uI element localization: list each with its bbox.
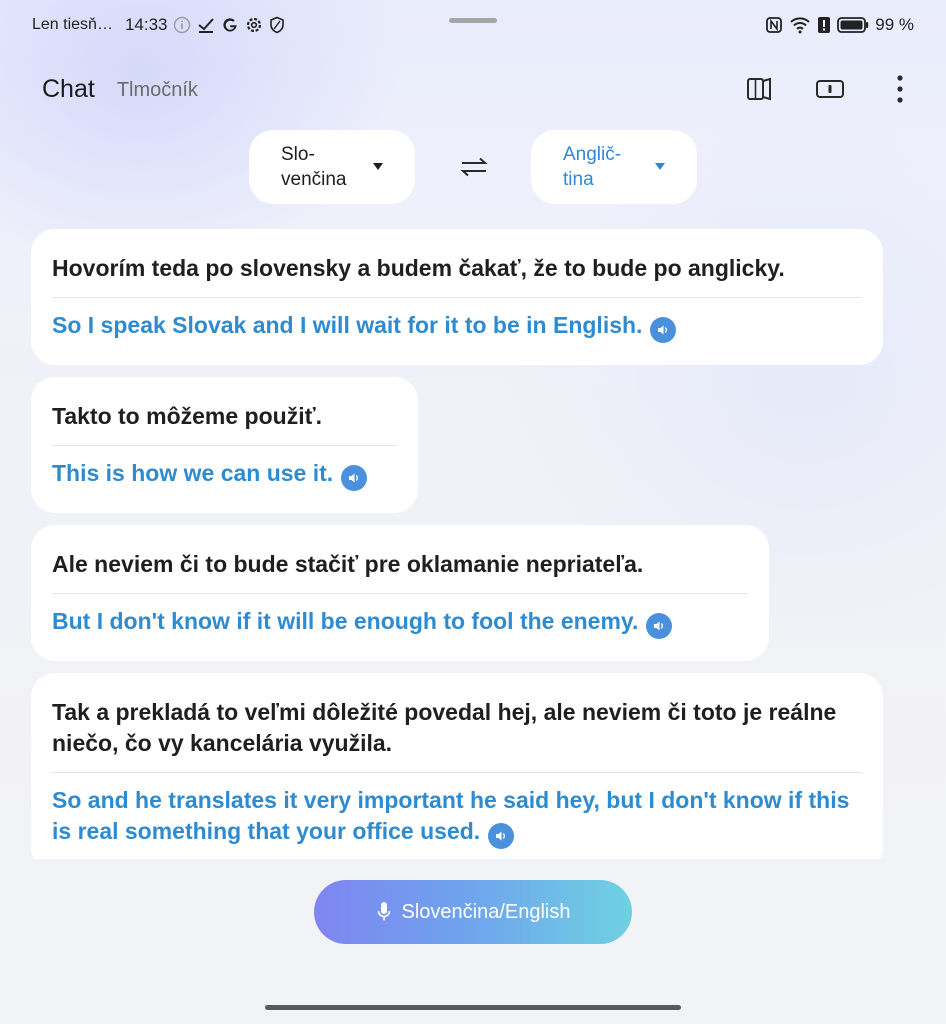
- message-card: Tak a prekladá to veľmi dôležité povedal…: [31, 673, 883, 859]
- screen-icon: [816, 80, 844, 98]
- home-indicator[interactable]: [265, 1005, 681, 1010]
- message-translation-text: This is how we can use it.: [52, 460, 334, 486]
- microphone-button[interactable]: Slovenčina/English: [314, 880, 632, 944]
- alert-icon: [817, 16, 831, 34]
- window-grabber[interactable]: [449, 18, 497, 23]
- more-button[interactable]: [884, 71, 916, 107]
- wifi-icon: [789, 16, 811, 34]
- message-translation: So I speak Slovak and I will wait for it…: [52, 310, 862, 343]
- book-button[interactable]: [744, 71, 776, 107]
- speaker-icon[interactable]: [646, 613, 673, 639]
- app-bar-actions: [744, 64, 916, 114]
- source-language-selector[interactable]: Slo- venčina: [249, 130, 415, 204]
- more-vertical-icon: [897, 75, 903, 103]
- speaker-icon[interactable]: [341, 465, 368, 491]
- message-translation-text: So I speak Slovak and I will wait for it…: [52, 312, 643, 338]
- message-translation-text: So and he translates it very important h…: [52, 787, 850, 844]
- microphone-icon: [377, 902, 390, 921]
- battery-icon: [837, 16, 869, 34]
- swap-icon: [460, 157, 488, 177]
- swap-languages-button[interactable]: [459, 152, 489, 182]
- shield-icon: [269, 16, 285, 34]
- message-original: Hovorím teda po slovensky a budem čakať,…: [52, 255, 785, 281]
- language-bar: Slo- venčina Anglič- tina: [0, 130, 946, 204]
- check-icon: [197, 16, 215, 34]
- message-original: Tak a prekladá to veľmi dôležité povedal…: [52, 699, 837, 756]
- message-divider: [52, 445, 397, 446]
- target-language-selector[interactable]: Anglič- tina: [531, 130, 697, 204]
- conversation-list[interactable]: Hovorím teda po slovensky a budem čakať,…: [31, 229, 891, 859]
- status-bar: Len tiesň… 14:33 99 %: [0, 0, 946, 50]
- target-language-label: Anglič- tina: [563, 144, 622, 190]
- message-card: Ale neviem či to bude stačiť pre oklaman…: [31, 525, 769, 661]
- nfc-icon: [765, 16, 783, 34]
- google-icon: [221, 16, 239, 34]
- info-icon: [173, 16, 191, 34]
- speaker-icon[interactable]: [650, 317, 677, 343]
- message-translation-text: But I don't know if it will be enough to…: [52, 608, 639, 634]
- settings-icon: [245, 16, 263, 34]
- tab-interpreter[interactable]: Tlmočník: [117, 79, 198, 102]
- message-card: Hovorím teda po slovensky a budem čakať,…: [31, 229, 883, 365]
- message-translation: But I don't know if it will be enough to…: [52, 606, 748, 639]
- message-original: Takto to môžeme použiť.: [52, 403, 322, 429]
- chevron-down-icon: [655, 163, 665, 170]
- app-bar: Chat Tlmočník: [0, 64, 946, 114]
- battery-percent: 99 %: [875, 15, 914, 34]
- book-icon: [747, 77, 771, 101]
- speaker-icon[interactable]: [488, 823, 515, 849]
- message-divider: [52, 297, 862, 298]
- message-translation: This is how we can use it.: [52, 458, 397, 491]
- clock: 14:33: [124, 15, 168, 34]
- message-card: Takto to môžeme použiť. This is how we c…: [31, 377, 418, 513]
- tab-chat[interactable]: Chat: [42, 75, 95, 104]
- status-bar-left: Len tiesň… 14:33: [32, 15, 285, 35]
- chevron-down-icon: [373, 163, 383, 170]
- message-translation: So and he translates it very important h…: [52, 785, 862, 849]
- status-bar-right: 99 %: [765, 15, 914, 35]
- screen-button[interactable]: [814, 71, 846, 107]
- microphone-label: Slovenčina/English: [401, 900, 571, 923]
- message-divider: [52, 772, 862, 773]
- message-original: Ale neviem či to bude stačiť pre oklaman…: [52, 551, 644, 577]
- source-language-label: Slo- venčina: [281, 144, 347, 190]
- message-divider: [52, 593, 748, 594]
- carrier-label: Len tiesň…: [32, 16, 113, 33]
